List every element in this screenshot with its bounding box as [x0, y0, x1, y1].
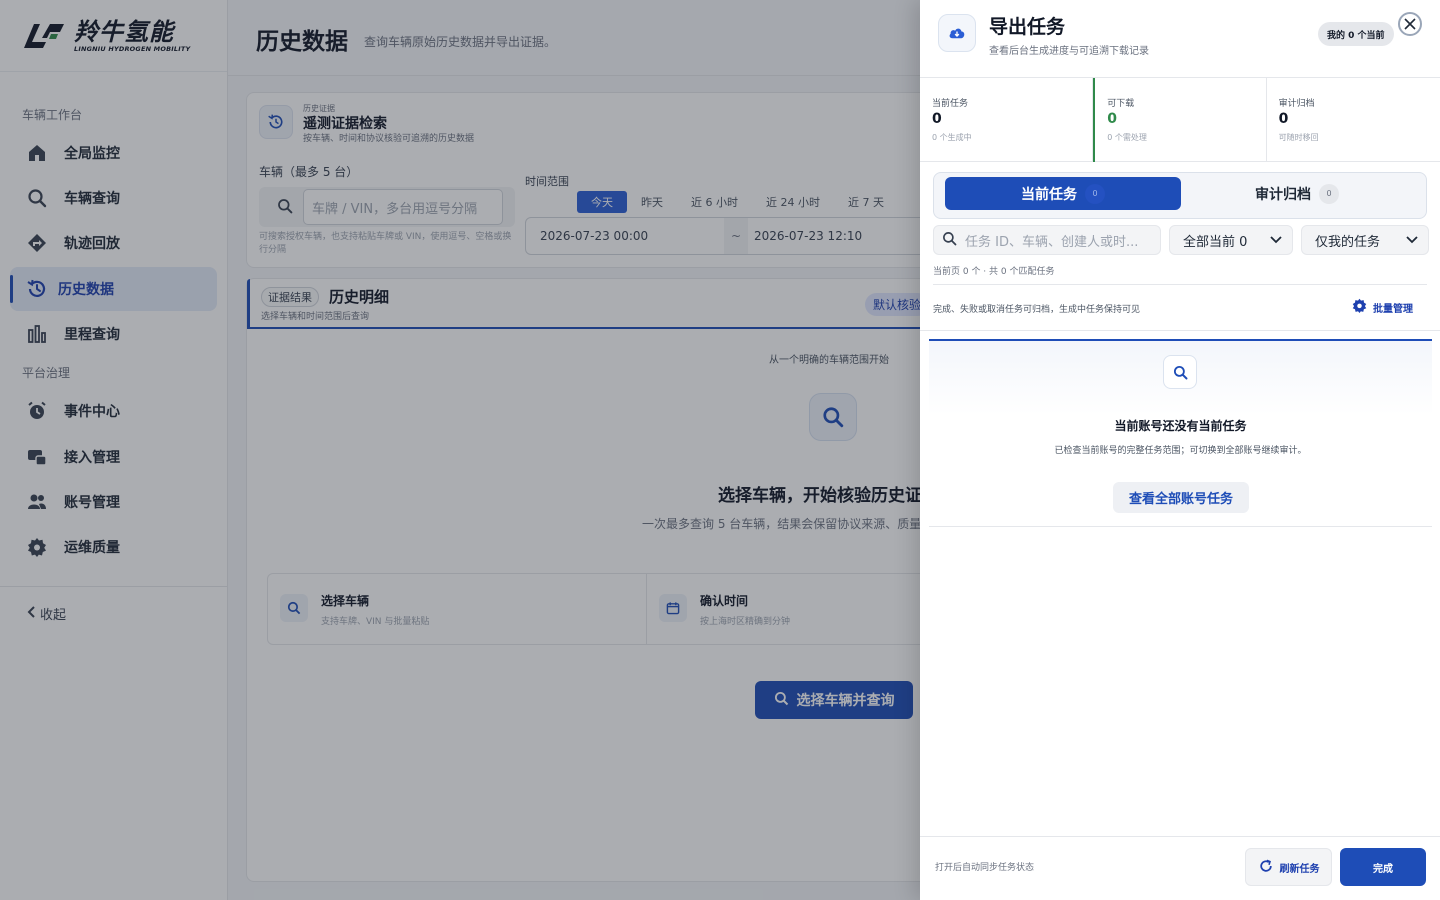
chevron-down-icon	[1406, 233, 1418, 248]
search-placeholder: 任务 ID、车辆、创建人或时...	[965, 234, 1139, 250]
task-stats: 当前任务 0 0 个生成中 可下载 0 0 个需处理 审计归档 0 可随时移回	[920, 78, 1440, 162]
drawer-subtitle: 查看后台生成进度与可追溯下载记录	[989, 46, 1149, 57]
select-value: 仅我的任务	[1315, 234, 1381, 250]
divider	[920, 330, 1440, 331]
search-icon	[1163, 355, 1197, 389]
stat-sub: 0 个需处理	[1107, 133, 1147, 142]
stat-sub: 0 个生成中	[932, 133, 972, 142]
stat-label: 可下载	[1107, 99, 1135, 109]
close-icon	[1404, 15, 1416, 34]
stat-label: 审计归档	[1278, 99, 1315, 109]
drawer-header: 导出任务 查看后台生成进度与可追溯下载记录 我的 0 个当前	[920, 0, 1440, 78]
tab-label: 审计归档	[1255, 186, 1311, 203]
refresh-tasks-button[interactable]: 刷新任务	[1245, 848, 1332, 886]
my-current-badge: 我的 0 个当前	[1318, 22, 1394, 46]
refresh-icon	[1258, 858, 1274, 877]
tab-count: 0	[1085, 183, 1105, 204]
owner-filter-select[interactable]: 仅我的任务	[1301, 225, 1429, 255]
close-button[interactable]	[1398, 12, 1422, 36]
cloud-download-icon	[938, 14, 976, 52]
view-all-accounts-button[interactable]: 查看全部账号任务	[1113, 482, 1249, 513]
divider	[933, 284, 1427, 285]
task-tabs: 当前任务 0 审计归档 0	[933, 172, 1427, 219]
drawer-footer: 打开后自动同步任务状态 刷新任务 完成	[920, 836, 1440, 900]
gear-icon	[1352, 298, 1367, 316]
empty-title: 当前账号还没有当前任务	[1114, 419, 1247, 433]
tab-current-tasks[interactable]: 当前任务 0	[945, 177, 1181, 210]
empty-state: 当前账号还没有当前任务 已检查当前账号的完整任务范围；可切换到全部账号继续审计。…	[929, 339, 1432, 527]
page-info: 当前页 0 个 · 共 0 个匹配任务	[933, 267, 1055, 277]
chevron-down-icon	[1270, 233, 1282, 248]
batch-manage-button[interactable]: 批量管理	[1352, 298, 1413, 316]
refresh-label: 刷新任务	[1279, 863, 1320, 875]
status-filter-select[interactable]: 全部当前 0	[1169, 225, 1293, 255]
stat-downloadable[interactable]: 可下载 0 0 个需处理	[1093, 78, 1267, 162]
stat-label: 当前任务	[932, 99, 969, 109]
stat-value: 0	[1278, 111, 1289, 127]
stat-sub: 可随时移回	[1278, 133, 1319, 142]
stat-value: 0	[1107, 111, 1118, 127]
select-value: 全部当前 0	[1183, 234, 1248, 250]
drawer-title: 导出任务	[989, 16, 1066, 38]
tab-count: 0	[1319, 183, 1339, 204]
done-button[interactable]: 完成	[1340, 848, 1426, 886]
batch-label: 批量管理	[1373, 303, 1413, 315]
task-search-input[interactable]: 任务 ID、车辆、创建人或时...	[933, 225, 1161, 255]
stat-audit-archive[interactable]: 审计归档 0 可随时移回	[1267, 78, 1440, 162]
tab-label: 当前任务	[1021, 186, 1077, 203]
empty-desc: 已检查当前账号的完整任务范围；可切换到全部账号继续审计。	[1054, 446, 1307, 456]
tab-audit-archive[interactable]: 审计归档 0	[1179, 177, 1415, 210]
archive-note: 完成、失败或取消任务可归档，生成中任务保持可见	[933, 305, 1141, 315]
footer-note: 打开后自动同步任务状态	[935, 863, 1035, 873]
stat-current-tasks[interactable]: 当前任务 0 0 个生成中	[920, 78, 1094, 162]
export-tasks-drawer: 导出任务 查看后台生成进度与可追溯下载记录 我的 0 个当前 当前任务 0 0 …	[920, 0, 1440, 900]
search-icon	[942, 231, 957, 250]
stat-value: 0	[932, 111, 942, 127]
